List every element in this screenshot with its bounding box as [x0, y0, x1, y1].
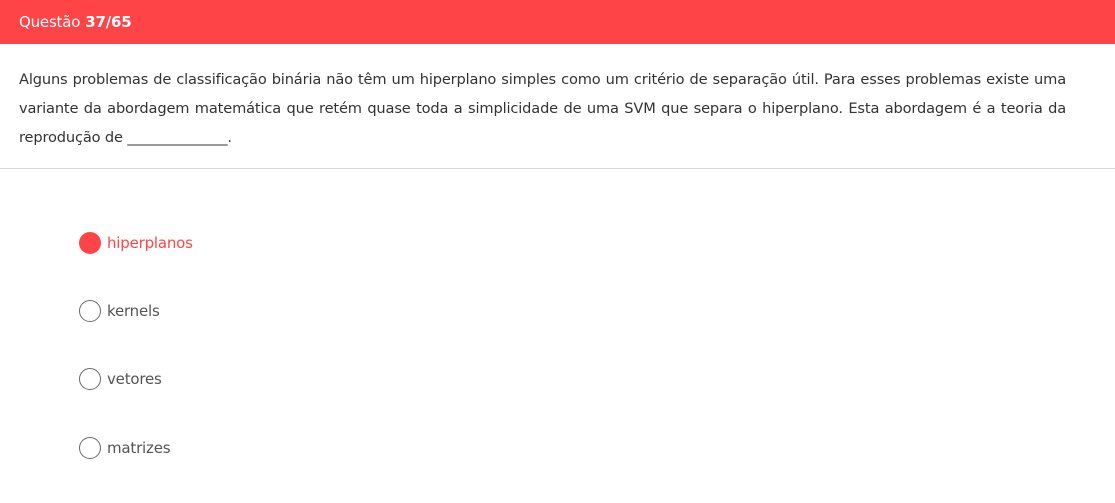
- divider: [0, 168, 1115, 169]
- question-header: Questão 37/65: [0, 0, 1115, 44]
- option-hiperplanos[interactable]: hiperplanos: [79, 231, 193, 255]
- option-vetores[interactable]: vetores: [79, 367, 162, 391]
- radio-selected-icon[interactable]: [79, 232, 101, 254]
- option-label: matrizes: [107, 439, 171, 457]
- radio-unselected-icon[interactable]: [79, 437, 101, 459]
- radio-unselected-icon[interactable]: [79, 368, 101, 390]
- question-label: Questão: [19, 13, 81, 31]
- radio-unselected-icon[interactable]: [79, 300, 101, 322]
- question-text: Alguns problemas de classificação binári…: [19, 71, 1066, 146]
- option-label: hiperplanos: [107, 234, 193, 252]
- option-label: kernels: [107, 302, 160, 320]
- question-number: 37/65: [85, 13, 132, 31]
- option-label: vetores: [107, 370, 162, 388]
- option-kernels[interactable]: kernels: [79, 299, 160, 323]
- option-matrizes[interactable]: matrizes: [79, 436, 171, 460]
